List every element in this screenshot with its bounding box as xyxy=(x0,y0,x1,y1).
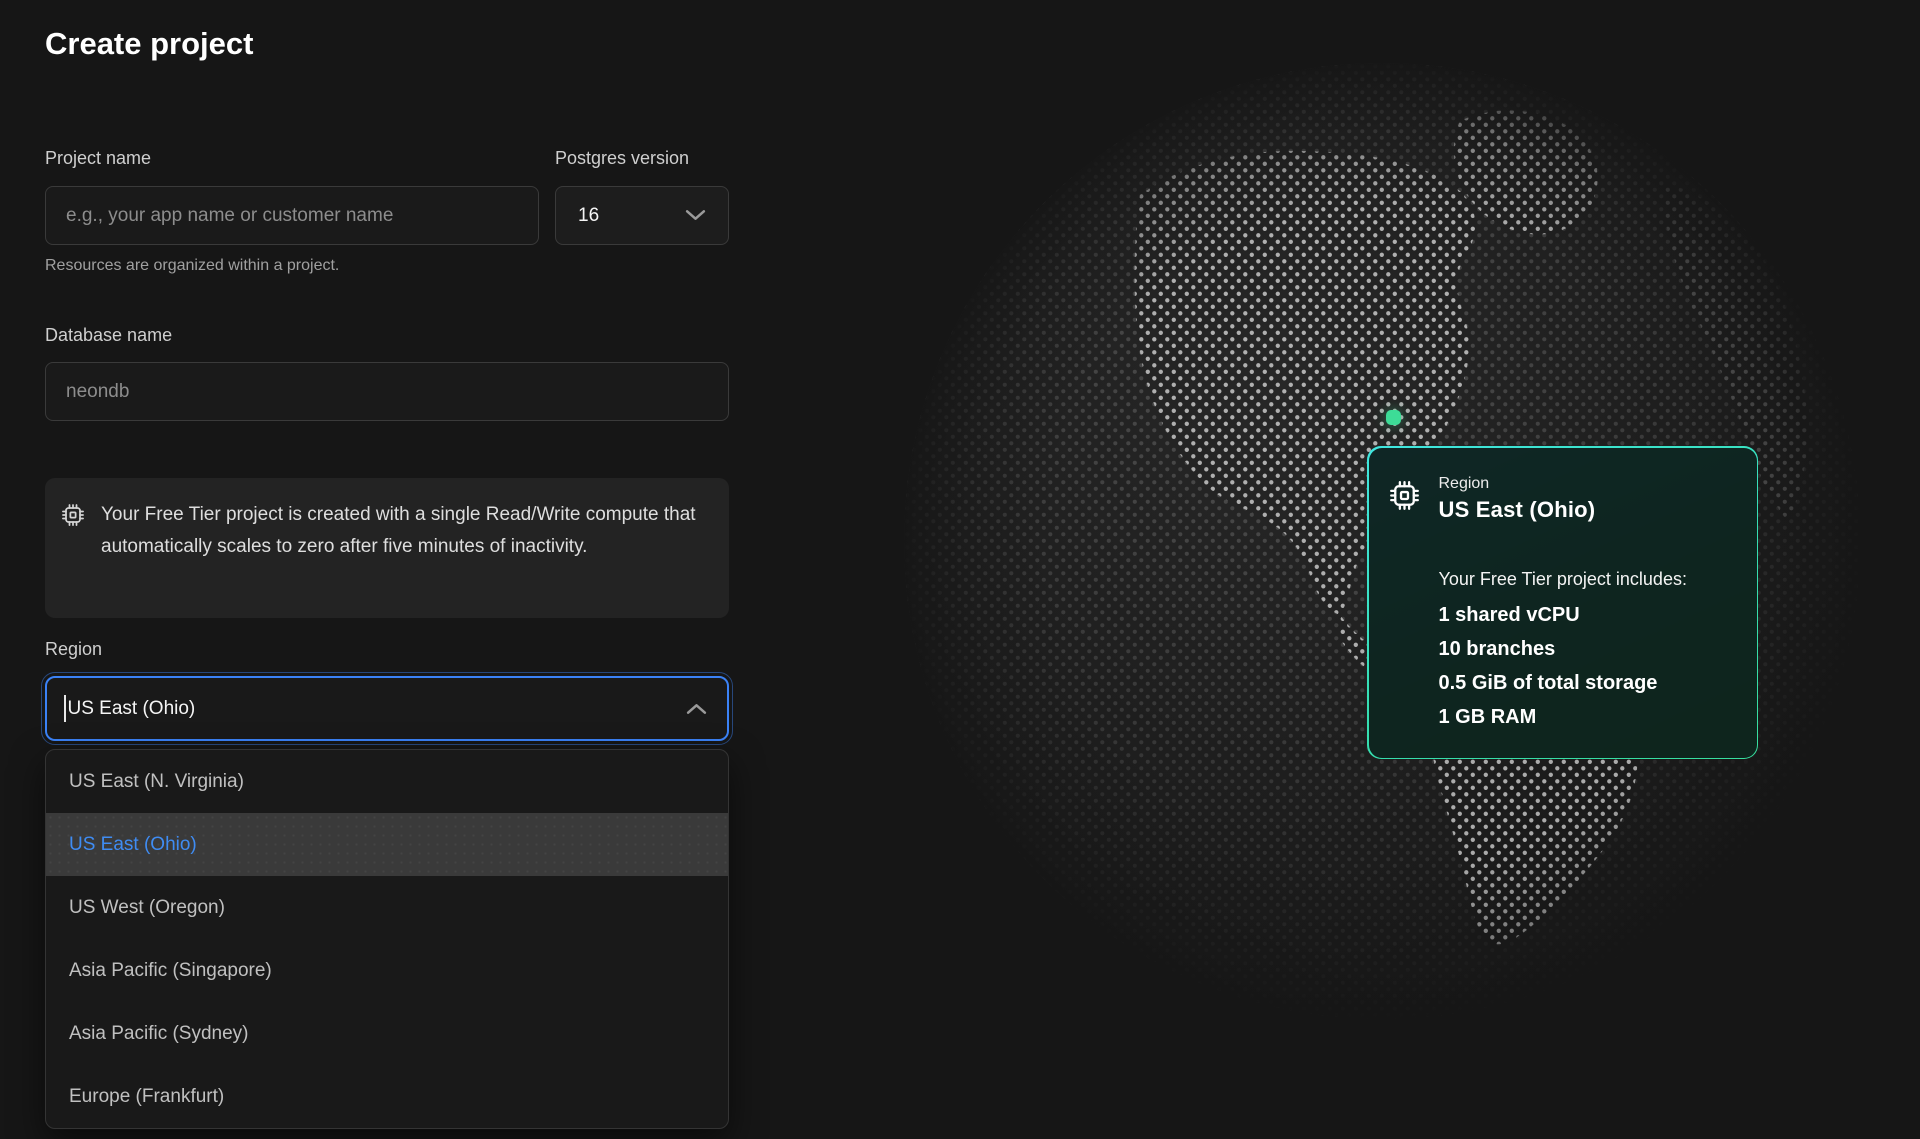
database-name-label: Database name xyxy=(45,325,172,346)
region-option-asia-pacific-sydney[interactable]: Asia Pacific (Sydney) xyxy=(46,1002,728,1065)
tooltip-feature: 1 GB RAM xyxy=(1439,700,1658,734)
tooltip-feature: 10 branches xyxy=(1439,632,1658,666)
project-name-label: Project name xyxy=(45,148,151,169)
region-option-us-east-n-virginia[interactable]: US East (N. Virginia) xyxy=(46,750,728,813)
page-background: Region US East (Ohio) Your Free Tier pro… xyxy=(0,0,1920,1139)
page-title: Create project xyxy=(45,22,253,66)
text-caret xyxy=(64,695,66,722)
cpu-icon xyxy=(1386,477,1423,514)
tooltip-region-label: Region xyxy=(1439,475,1490,493)
region-option-us-west-oregon[interactable]: US West (Oregon) xyxy=(46,876,728,939)
region-tooltip-card: Region US East (Ohio) Your Free Tier pro… xyxy=(1367,446,1758,759)
chevron-up-icon xyxy=(686,702,707,715)
tooltip-region-value: US East (Ohio) xyxy=(1439,497,1596,523)
region-option-us-east-ohio[interactable]: US East (Ohio) xyxy=(46,813,728,876)
tooltip-feature-list: 1 shared vCPU 10 branches 0.5 GiB of tot… xyxy=(1439,598,1658,734)
database-name-input[interactable] xyxy=(45,362,729,421)
postgres-version-value: 16 xyxy=(578,205,599,227)
tooltip-includes-heading: Your Free Tier project includes: xyxy=(1439,569,1687,590)
region-options-list: US East (N. Virginia) US East (Ohio) US … xyxy=(45,749,729,1129)
free-tier-info-box: Your Free Tier project is created with a… xyxy=(45,478,729,618)
region-marker-icon xyxy=(1386,410,1401,425)
region-option-asia-pacific-singapore[interactable]: Asia Pacific (Singapore) xyxy=(46,939,728,1002)
project-helper-text: Resources are organized within a project… xyxy=(45,257,339,275)
chevron-down-icon xyxy=(685,209,706,222)
project-name-input[interactable] xyxy=(45,186,539,245)
region-combobox[interactable]: US East (Ohio) xyxy=(45,676,729,741)
free-tier-note: Your Free Tier project is created with a… xyxy=(101,499,705,563)
region-label: Region xyxy=(45,639,102,660)
postgres-version-label: Postgres version xyxy=(555,148,689,169)
region-option-europe-frankfurt[interactable]: Europe (Frankfurt) xyxy=(46,1065,728,1128)
tooltip-feature: 1 shared vCPU xyxy=(1439,598,1658,632)
postgres-version-select[interactable]: 16 xyxy=(555,186,729,245)
tooltip-feature: 0.5 GiB of total storage xyxy=(1439,666,1658,700)
region-combobox-value: US East (Ohio) xyxy=(68,698,687,720)
cpu-icon xyxy=(59,501,87,529)
